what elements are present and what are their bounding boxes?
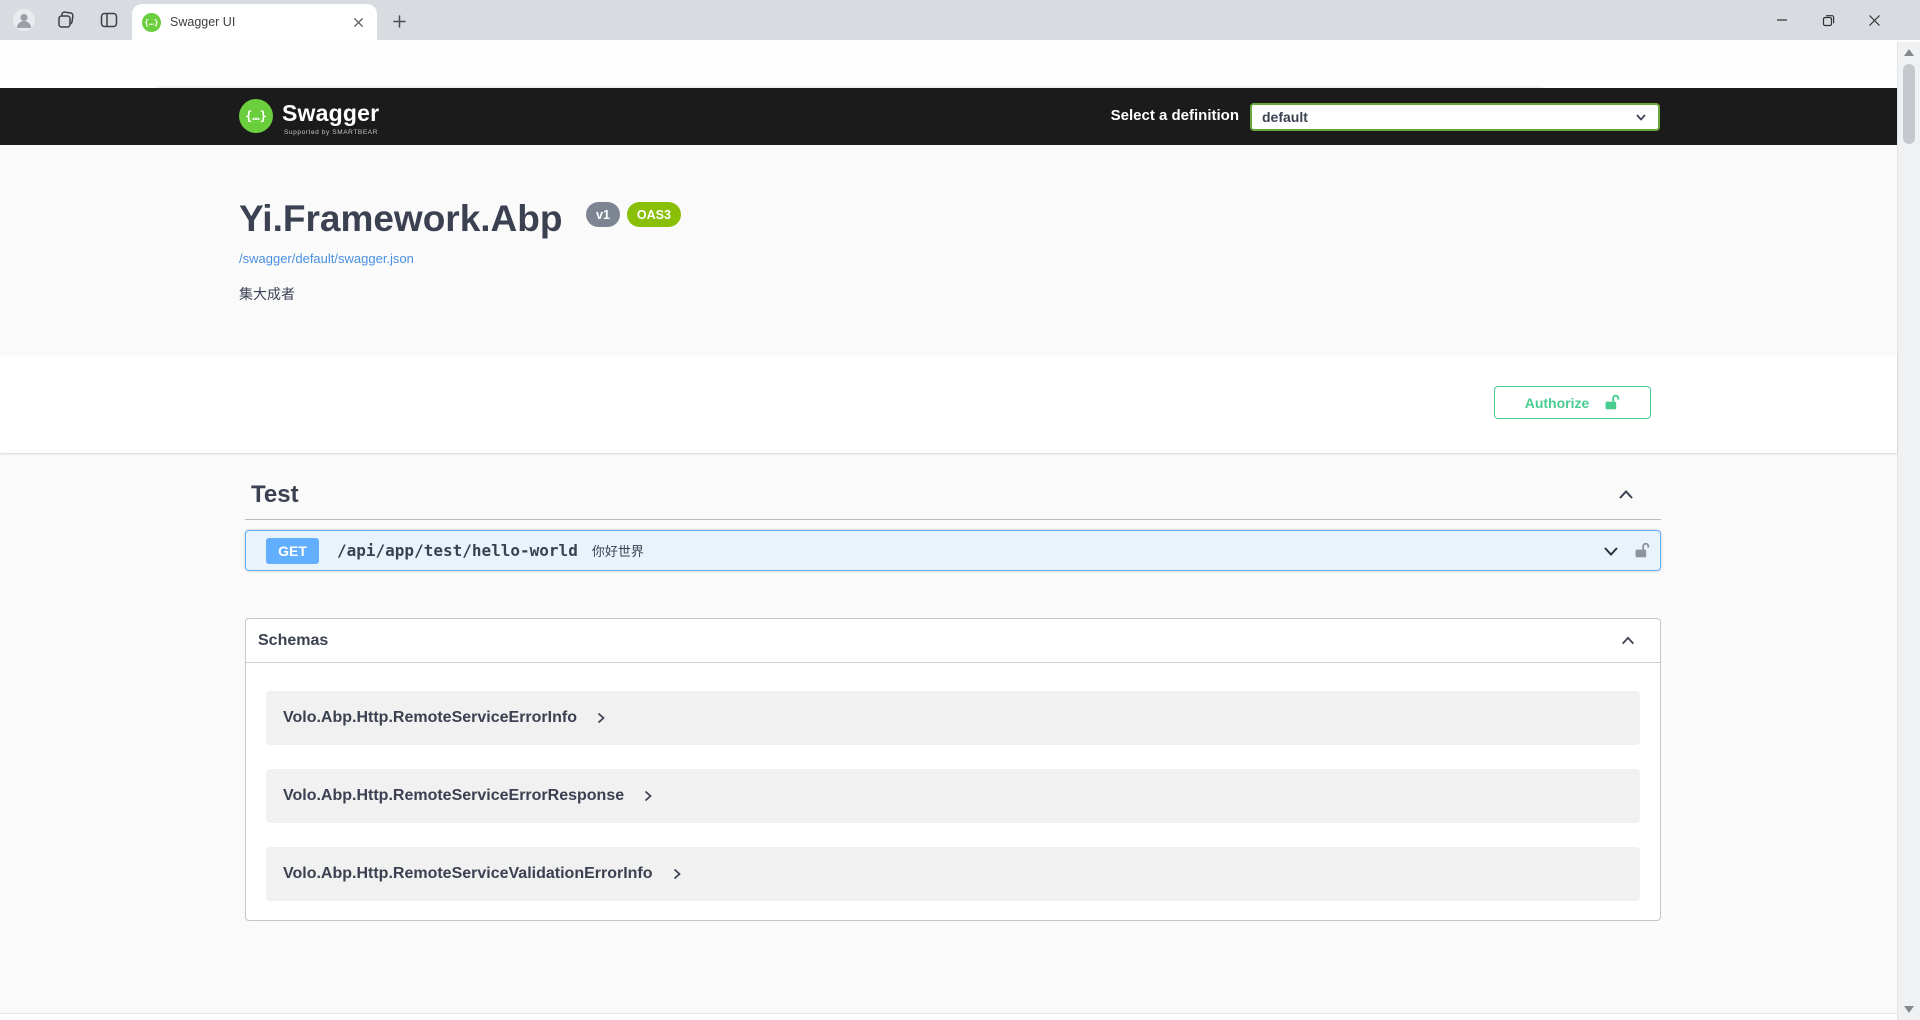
version-badge: v1 xyxy=(586,202,620,227)
window-close-button[interactable] xyxy=(1851,0,1897,40)
schemas-chevron-up-icon[interactable] xyxy=(1619,632,1637,650)
tab-title: Swagger UI xyxy=(170,15,349,29)
browser-toolbar: localhost:19001/swagger/index.html A xyxy=(0,40,1920,88)
select-chevron-down-icon xyxy=(1634,110,1648,124)
minimize-icon xyxy=(1776,14,1788,26)
schemas-section: Schemas Volo.Abp.Http.RemoteServiceError… xyxy=(245,618,1661,921)
model-chevron-right-icon xyxy=(595,712,607,724)
definition-selected-value: default xyxy=(1262,109,1308,125)
collapse-chevron-up-icon[interactable] xyxy=(1616,485,1636,505)
swagger-logo-icon: {…} xyxy=(239,99,273,133)
new-tab-button[interactable] xyxy=(388,10,410,32)
swagger-topbar: {…} Swagger Supported by SMARTBEAR Selec… xyxy=(0,88,1897,145)
page-bottom-edge xyxy=(0,1013,1897,1020)
api-description: 集大成者 xyxy=(239,284,295,304)
model-name: Volo.Abp.Http.RemoteServiceErrorInfo xyxy=(283,709,577,727)
definition-select[interactable]: default xyxy=(1250,103,1660,131)
close-icon xyxy=(1868,14,1881,27)
restore-icon xyxy=(1822,14,1835,27)
close-tab-icon[interactable] xyxy=(349,13,367,31)
swagger-brand-tagline: Supported by SMARTBEAR xyxy=(284,129,378,136)
swagger-favicon-icon: {…} xyxy=(142,13,161,32)
schemas-header[interactable]: Schemas xyxy=(246,619,1660,663)
operation-path[interactable]: /api/app/test/hello-world xyxy=(337,541,578,560)
expand-chevron-down-icon[interactable] xyxy=(1601,541,1621,561)
oas3-badge: OAS3 xyxy=(627,202,681,227)
operation-summary: 你好世界 xyxy=(592,541,644,560)
workspaces-icon xyxy=(56,10,76,30)
model-remote-service-validation-error-info[interactable]: Volo.Abp.Http.RemoteServiceValidationErr… xyxy=(266,847,1640,901)
scroll-down-arrow-icon[interactable] xyxy=(1904,1006,1914,1013)
tag-section-test[interactable]: Test xyxy=(245,470,1661,520)
window-controls xyxy=(1759,0,1897,40)
swagger-brand-text: Swagger xyxy=(282,100,379,127)
operation-get-hello-world[interactable]: GET /api/app/test/hello-world 你好世界 xyxy=(245,530,1661,571)
scroll-up-arrow-icon[interactable] xyxy=(1904,49,1914,56)
model-name: Volo.Abp.Http.RemoteServiceValidationErr… xyxy=(283,865,653,883)
tab-actions-button[interactable] xyxy=(97,8,121,32)
model-chevron-right-icon xyxy=(642,790,654,802)
operation-lock-icon[interactable] xyxy=(1633,542,1650,559)
workspaces-button[interactable] xyxy=(54,8,78,32)
schemas-title: Schemas xyxy=(258,632,328,650)
unlock-icon xyxy=(1603,394,1620,411)
api-title: Yi.Framework.Abp xyxy=(239,198,562,240)
window-restore-button[interactable] xyxy=(1805,0,1851,40)
person-icon xyxy=(12,8,36,32)
model-remote-service-error-response[interactable]: Volo.Abp.Http.RemoteServiceErrorResponse xyxy=(266,769,1640,823)
browser-tab-swagger-ui[interactable]: {…} Swagger UI xyxy=(132,4,377,40)
window-minimize-button[interactable] xyxy=(1759,0,1805,40)
model-chevron-right-icon xyxy=(671,868,683,880)
tab-actions-icon xyxy=(99,10,119,30)
profile-avatar[interactable] xyxy=(12,8,36,32)
tag-title: Test xyxy=(251,481,299,509)
definition-select-label: Select a definition xyxy=(1094,107,1239,124)
scrollbar-thumb[interactable] xyxy=(1903,64,1915,144)
method-badge-get: GET xyxy=(266,538,319,564)
model-remote-service-error-info[interactable]: Volo.Abp.Http.RemoteServiceErrorInfo xyxy=(266,691,1640,745)
authorize-label: Authorize xyxy=(1525,395,1590,411)
plus-icon xyxy=(392,14,407,29)
api-badges: v1 OAS3 xyxy=(586,202,681,227)
model-name: Volo.Abp.Http.RemoteServiceErrorResponse xyxy=(283,787,624,805)
browser-tab-strip: {…} Swagger UI xyxy=(0,0,1920,40)
vertical-scrollbar[interactable] xyxy=(1897,42,1920,1020)
authorize-button[interactable]: Authorize xyxy=(1494,386,1651,419)
spec-json-link[interactable]: /swagger/default/swagger.json xyxy=(239,251,414,266)
